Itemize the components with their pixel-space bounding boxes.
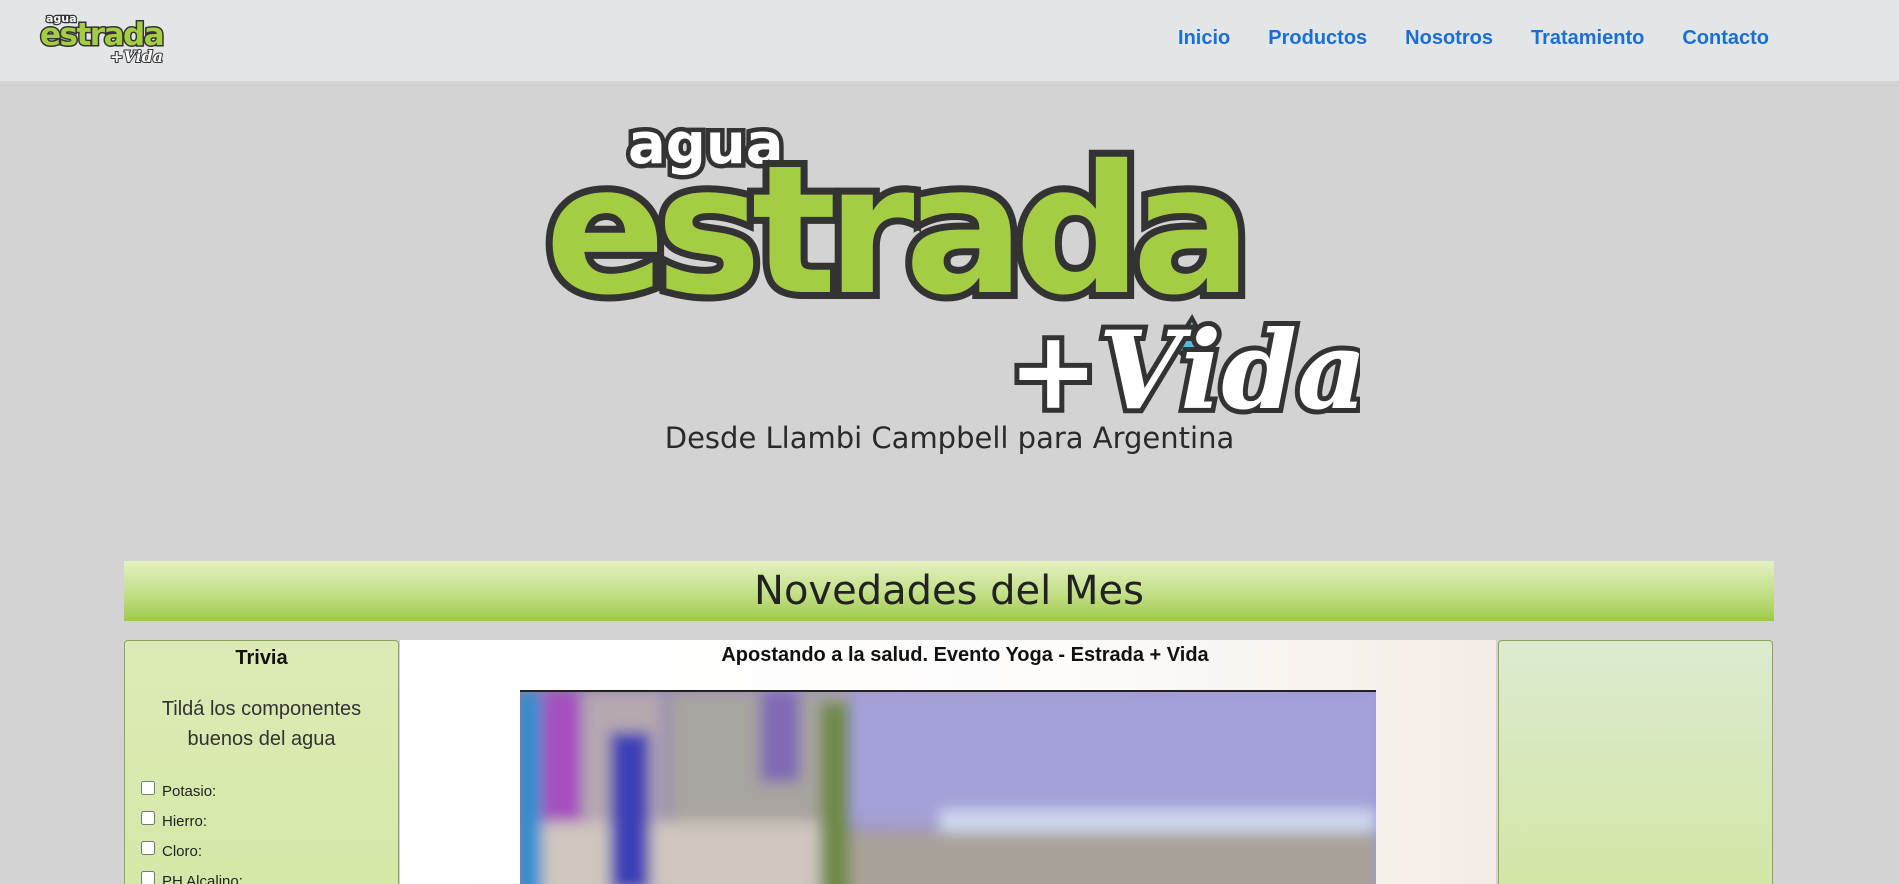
trivia-option-ph-alcalino[interactable]: PH Alcalino: <box>141 866 398 884</box>
potasio-checkbox[interactable] <box>141 781 155 795</box>
trivia-panel: Trivia Tildá los componentes buenos del … <box>124 640 399 884</box>
trivia-title: Trivia <box>235 647 288 669</box>
svg-text:+Vida: +Vida <box>1008 308 1360 420</box>
hierro-checkbox[interactable] <box>141 811 155 825</box>
nav-link-nosotros[interactable]: Nosotros <box>1405 27 1493 50</box>
trivia-option-potasio[interactable]: Potasio: <box>141 776 398 806</box>
nav-link-contacto[interactable]: Contacto <box>1682 27 1769 50</box>
trivia-option-cloro[interactable]: Cloro: <box>141 836 398 866</box>
trivia-options: Potasio: Hierro: Cloro: PH Alcalino: <box>125 776 398 884</box>
article-panel: Apostando a la salud. Evento Yoga - Estr… <box>400 640 1496 884</box>
cloro-checkbox[interactable] <box>141 841 155 855</box>
trivia-option-hierro[interactable]: Hierro: <box>141 806 398 836</box>
nav-link-tratamiento[interactable]: Tratamiento <box>1531 27 1644 50</box>
news-banner: Novedades del Mes <box>124 561 1774 621</box>
navbar: agua estrada +Vida Inicio Productos Noso… <box>0 0 1899 81</box>
nav-logo[interactable]: agua estrada +Vida <box>38 10 167 64</box>
ph-alcalino-checkbox[interactable] <box>141 871 155 884</box>
trivia-option-label: PH Alcalino: <box>162 872 243 884</box>
svg-text:estrada: estrada <box>545 127 1242 334</box>
nav-link-productos[interactable]: Productos <box>1268 27 1367 50</box>
hero-subtitle: Desde Llambi Campbell para Argentina <box>664 421 1235 455</box>
trivia-option-label: Cloro: <box>162 842 203 860</box>
trivia-option-label: Hierro: <box>162 812 208 830</box>
hero-logo: agua estrada +Vida <box>540 108 1360 421</box>
svg-text:+Vida: +Vida <box>110 47 163 64</box>
trivia-question: Tildá los componentes buenos del agua <box>161 698 362 750</box>
trivia-option-label: Potasio: <box>162 782 217 800</box>
article-title: Apostando a la salud. Evento Yoga - Estr… <box>721 644 1209 666</box>
right-panel <box>1498 640 1773 884</box>
nav-links: Inicio Productos Nosotros Tratamiento Co… <box>1178 0 1769 76</box>
yoga-event-photo <box>520 692 1376 884</box>
nav-link-inicio[interactable]: Inicio <box>1178 27 1230 50</box>
article-photo <box>520 690 1376 884</box>
